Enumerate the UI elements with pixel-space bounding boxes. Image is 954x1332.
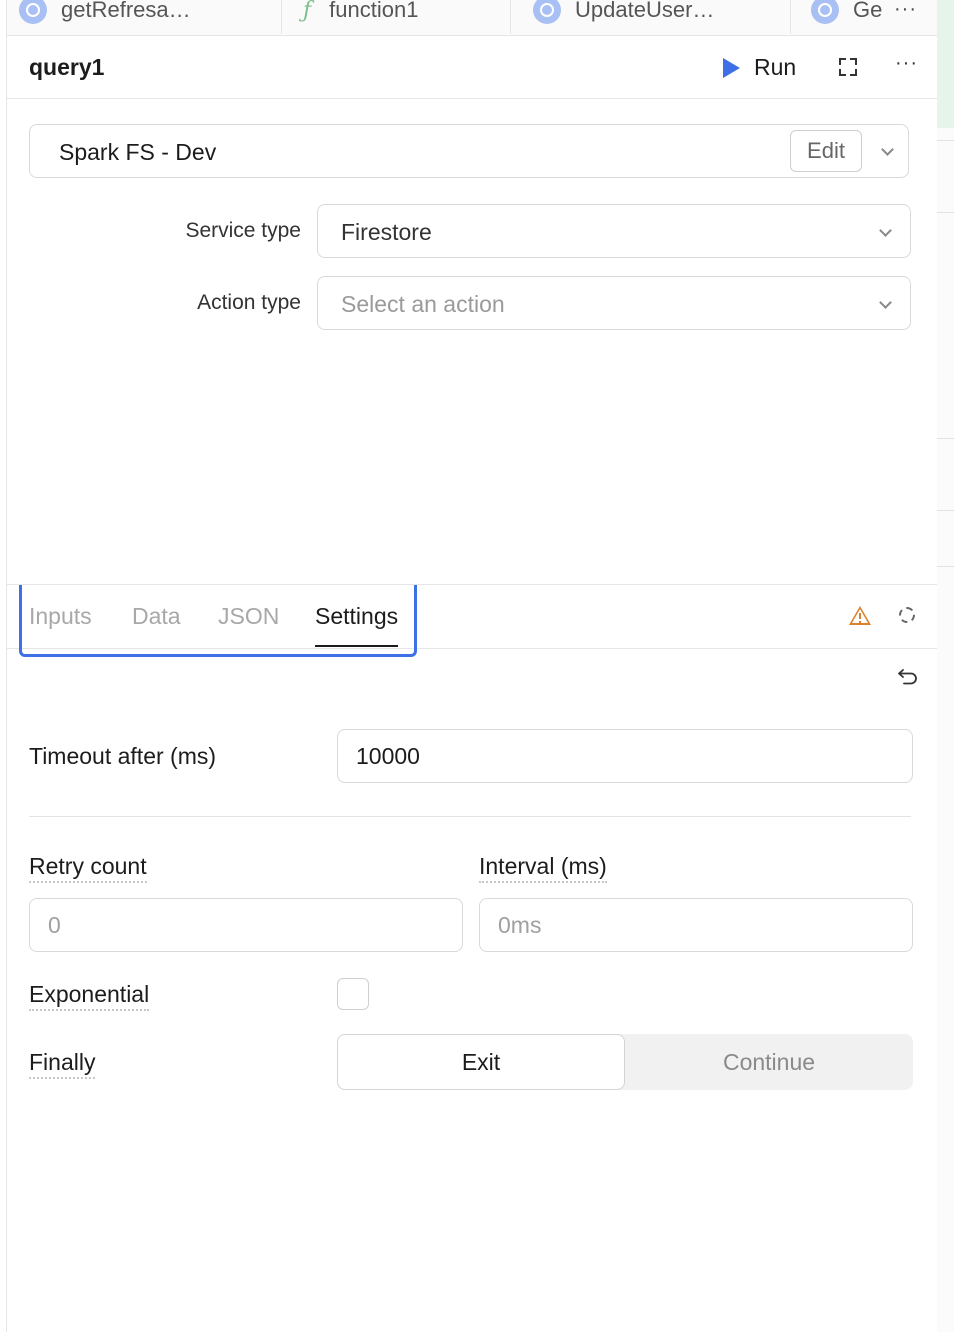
interval-label: Interval (ms) (479, 853, 607, 883)
adjacent-editor-edge (937, 0, 954, 1332)
query-name[interactable]: query1 (29, 54, 104, 81)
chevron-down-icon (879, 224, 892, 237)
retry-count-label: Retry count (29, 853, 147, 883)
query-header: query1 Run ··· (7, 36, 937, 99)
resource-name: Spark FS - Dev (59, 139, 217, 165)
divider (937, 140, 954, 141)
timeout-value: 10000 (356, 743, 420, 769)
divider (937, 510, 954, 511)
query-tab[interactable]: Ge (791, 0, 901, 34)
run-label: Run (754, 54, 797, 80)
exponential-checkbox[interactable] (337, 978, 369, 1010)
function-tab[interactable]: ƒ function1 (281, 0, 511, 34)
retry-count-input[interactable]: 0 (29, 898, 463, 952)
service-type-value: Firestore (341, 219, 432, 245)
edit-resource-button[interactable]: Edit (790, 130, 862, 172)
tab-settings[interactable]: Settings (315, 603, 399, 647)
highlight-band (937, 0, 954, 128)
tab-label: getRefresa… (61, 0, 191, 22)
exponential-label: Exponential (29, 981, 150, 1011)
finally-continue-option[interactable]: Continue (625, 1034, 913, 1090)
tab-label: UpdateUser… (575, 0, 715, 22)
finally-exit-option[interactable]: Exit (337, 1034, 625, 1090)
tab-json[interactable]: JSON (218, 603, 279, 630)
query-icon (811, 0, 839, 24)
finally-label: Finally (29, 1049, 96, 1079)
divider (29, 816, 911, 817)
interval-input[interactable]: 0ms (479, 898, 913, 952)
service-type-select[interactable]: Firestore (317, 204, 911, 258)
chevron-down-icon (879, 296, 892, 309)
tab-label: function1 (329, 0, 419, 22)
query-tab[interactable]: getRefresa… (19, 0, 282, 34)
query-tab-strip: getRefresa… ƒ function1 UpdateUser… Ge ·… (7, 0, 937, 36)
loading-icon[interactable] (899, 607, 915, 623)
chevron-down-icon[interactable] (881, 143, 894, 156)
tab-data[interactable]: Data (132, 603, 181, 630)
more-tabs-icon[interactable]: ··· (894, 0, 917, 21)
retry-count-placeholder: 0 (48, 912, 61, 938)
service-type-label: Service type (185, 219, 301, 242)
divider (937, 566, 954, 567)
finally-segmented-control: Exit Continue (337, 1034, 913, 1090)
more-options-icon[interactable]: ··· (895, 52, 918, 75)
divider (937, 438, 954, 439)
tab-label: Ge (853, 0, 883, 22)
function-icon: ƒ (303, 0, 312, 23)
interval-placeholder: 0ms (498, 912, 542, 938)
query-icon (533, 0, 561, 24)
timeout-label: Timeout after (ms) (29, 743, 217, 769)
action-type-label: Action type (197, 291, 301, 314)
warning-icon[interactable] (849, 606, 871, 625)
run-button[interactable]: Run (723, 54, 796, 81)
resource-select[interactable]: Spark FS - Dev Edit (29, 124, 909, 178)
tab-inputs[interactable]: Inputs (29, 603, 92, 630)
result-tabs: Inputs Data JSON Settings (7, 584, 937, 657)
play-icon (723, 57, 740, 78)
timeout-input[interactable]: 10000 (337, 729, 913, 783)
divider (937, 212, 954, 213)
query-tab[interactable]: UpdateUser… (511, 0, 791, 34)
reset-icon[interactable] (897, 664, 919, 686)
action-type-placeholder: Select an action (341, 291, 505, 317)
action-type-select[interactable]: Select an action (317, 276, 911, 330)
query-icon (19, 0, 47, 24)
expand-icon[interactable] (839, 58, 857, 76)
query-editor-panel: getRefresa… ƒ function1 UpdateUser… Ge ·… (6, 0, 938, 1332)
